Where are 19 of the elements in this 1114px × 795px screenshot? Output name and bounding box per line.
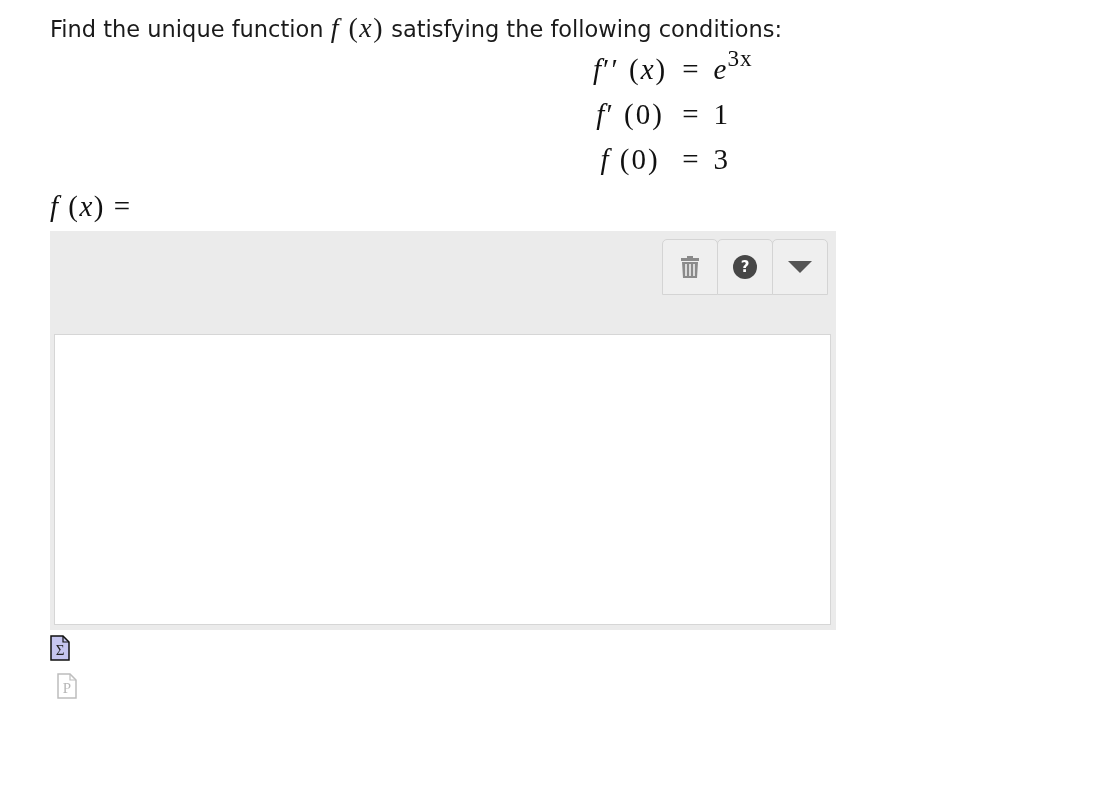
formula-document-icon[interactable]: Σ xyxy=(50,634,70,661)
math-expression: f′ (0) xyxy=(596,96,664,132)
equals-sign: = xyxy=(682,96,699,132)
equals-sign: = xyxy=(682,51,699,87)
question-mark-icon: ? xyxy=(733,254,757,279)
answer-label: f (x) = xyxy=(50,189,132,222)
caret-icon xyxy=(788,260,812,273)
math-expression: 1 xyxy=(713,96,730,132)
delete-button[interactable] xyxy=(662,238,718,295)
answer-field[interactable] xyxy=(54,333,831,625)
math-expression: f (0) xyxy=(600,141,660,177)
help-button[interactable]: ? xyxy=(717,238,773,295)
equals-sign: = xyxy=(682,141,699,177)
trash-icon xyxy=(681,255,699,278)
question-prompt: Find the unique function f (x) satisfying the following conditions: xyxy=(50,12,783,45)
math-expression: f′′ (x) xyxy=(593,51,668,87)
math-expression: 3 xyxy=(713,141,730,177)
dropdown-button[interactable] xyxy=(772,238,828,295)
math-expression: e$^{3x}$ xyxy=(713,45,753,87)
